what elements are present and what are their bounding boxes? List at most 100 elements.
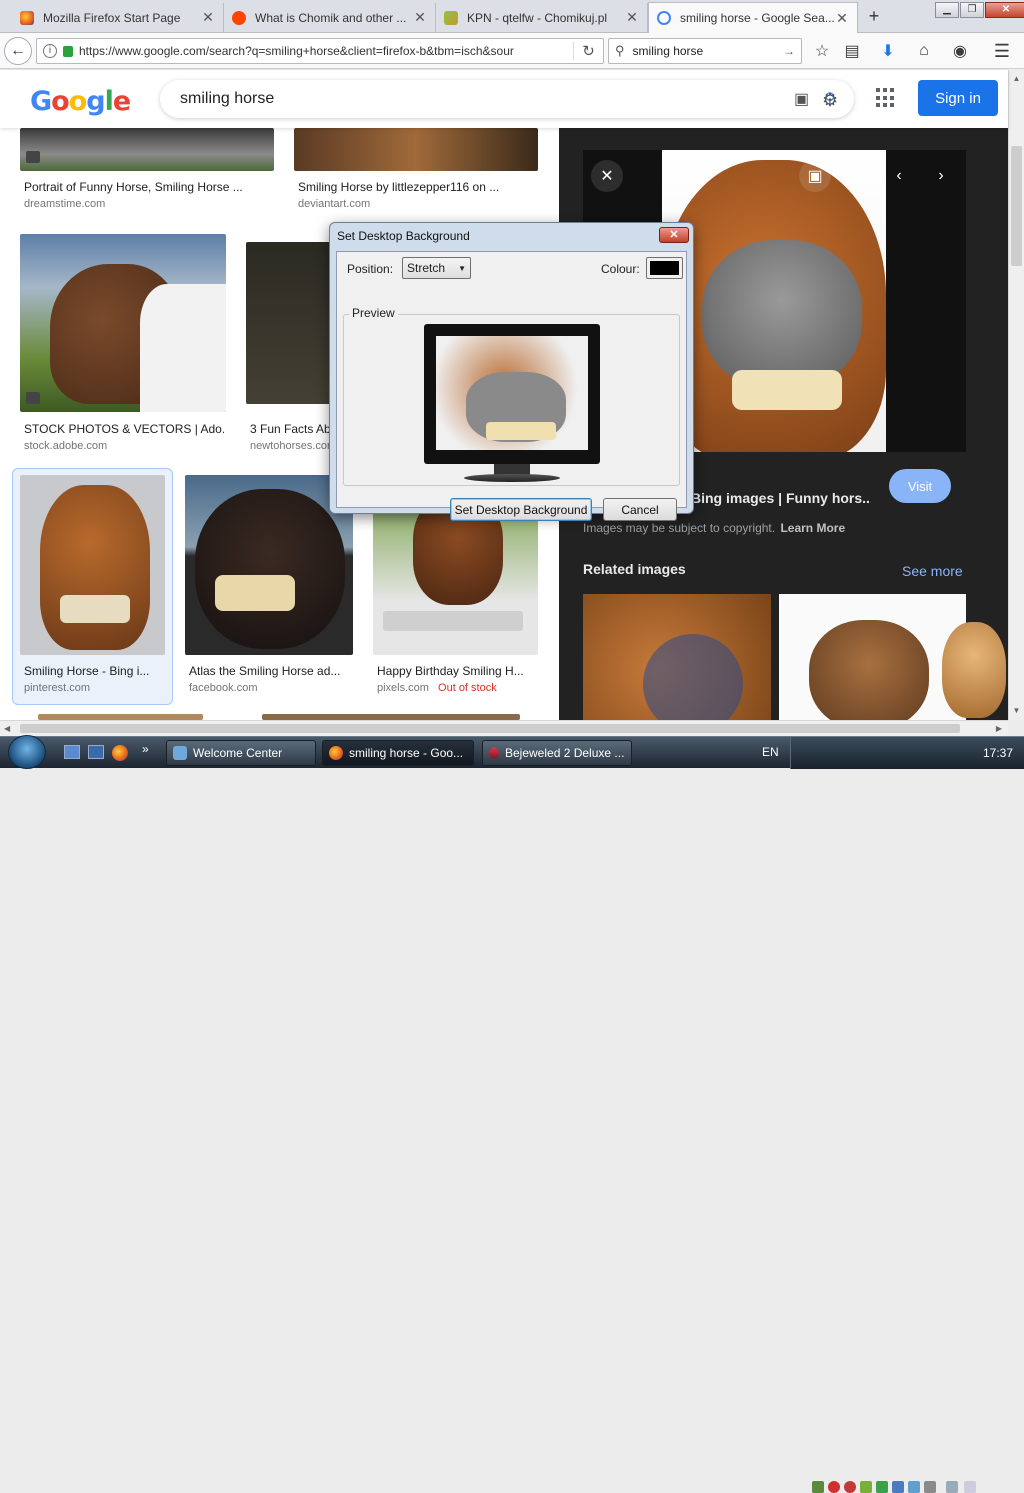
google-search-box[interactable]: smiling horse ▣ ⚲: [160, 80, 854, 118]
vertical-scroll-thumb[interactable]: [1011, 146, 1022, 266]
back-button[interactable]: ←: [4, 37, 32, 65]
pocket-icon[interactable]: ◉: [946, 37, 974, 65]
google-logo[interactable]: Google: [30, 86, 131, 117]
result-caption[interactable]: Happy Birthday Smiling H...: [377, 664, 537, 678]
language-indicator[interactable]: EN: [762, 745, 779, 759]
scroll-right-icon[interactable]: ▶: [996, 724, 1002, 733]
panel-title[interactable]: Bing images | Funny hors...: [691, 490, 871, 506]
next-image-icon[interactable]: ›: [925, 160, 957, 192]
show-desktop-icon[interactable]: [64, 745, 80, 759]
visual-search-icon[interactable]: ▣: [799, 160, 831, 192]
network-connection-icon[interactable]: [946, 1481, 958, 1493]
welcome-center-icon: [173, 746, 187, 760]
tab-reddit[interactable]: What is Chomik and other ... ✕: [224, 3, 436, 32]
reload-icon[interactable]: ↻: [573, 42, 603, 60]
device-tray-icon[interactable]: [924, 1481, 936, 1493]
result-source: newtohorses.com: [250, 440, 337, 452]
scroll-down-icon[interactable]: ▼: [1011, 706, 1022, 716]
result-caption[interactable]: Smiling Horse - Bing i...: [24, 664, 164, 678]
close-tab-icon[interactable]: ✕: [625, 9, 639, 26]
cancel-button[interactable]: Cancel: [603, 498, 677, 521]
sync-tray-icon[interactable]: [876, 1481, 888, 1493]
close-tab-icon[interactable]: ✕: [413, 9, 427, 26]
set-desktop-background-dialog: Set Desktop Background ✕ Position: Stret…: [329, 222, 694, 521]
result-source: pinterest.com: [24, 682, 91, 694]
result-image[interactable]: [20, 475, 165, 655]
horizontal-scroll-thumb[interactable]: [20, 724, 960, 733]
learn-more-link[interactable]: Learn More: [780, 521, 845, 535]
result-image[interactable]: [20, 234, 226, 412]
home-icon[interactable]: ⌂: [910, 37, 938, 65]
preview-label: Preview: [349, 306, 398, 320]
see-more-link[interactable]: See more: [902, 563, 963, 579]
horizontal-scrollbar[interactable]: ◀ ▶: [0, 720, 1008, 736]
result-source: dreamstime.com: [24, 198, 106, 210]
antivirus-tray-icon[interactable]: [844, 1481, 856, 1493]
position-select[interactable]: Stretch ▼: [402, 257, 471, 279]
windows-taskbar: » Welcome Center smiling horse - Goo... …: [0, 735, 1024, 1493]
close-panel-icon[interactable]: ✕: [591, 160, 623, 192]
update-tray-icon[interactable]: [860, 1481, 872, 1493]
firefox-icon: [20, 10, 34, 25]
bookmark-star-icon[interactable]: ☆: [808, 37, 836, 65]
related-image[interactable]: [583, 594, 771, 720]
downloads-icon[interactable]: ⬇: [874, 37, 902, 65]
scroll-left-icon[interactable]: ◀: [4, 724, 10, 733]
google-icon: [657, 11, 671, 25]
close-window-button[interactable]: ✕: [985, 2, 1024, 18]
tab-firefox-start[interactable]: Mozilla Firefox Start Page ✕: [12, 3, 224, 32]
apps-grid-icon[interactable]: [876, 88, 896, 108]
taskbar-item-firefox[interactable]: smiling horse - Goo...: [322, 740, 474, 766]
dialog-close-button[interactable]: ✕: [659, 227, 689, 243]
scroll-up-icon[interactable]: ▲: [1011, 74, 1022, 84]
set-desktop-background-button[interactable]: Set Desktop Background: [450, 498, 592, 521]
bluetooth-tray-icon[interactable]: [892, 1481, 904, 1493]
close-tab-icon[interactable]: ✕: [835, 10, 849, 27]
minimize-button[interactable]: ▁: [935, 2, 959, 18]
display-tray-icon[interactable]: [908, 1481, 920, 1493]
reading-list-icon[interactable]: ▤: [838, 37, 866, 65]
more-options-icon[interactable]: ⋮: [841, 160, 873, 192]
search-bar-value: smiling horse: [632, 44, 704, 58]
browser-search-bar[interactable]: ⚲ smiling horse →: [608, 38, 802, 64]
tab-chomikuj[interactable]: KPN - qtelfw - Chomikuj.pl ✕: [436, 3, 648, 32]
colour-picker-button[interactable]: [646, 257, 683, 279]
result-caption[interactable]: Atlas the Smiling Horse ad...: [189, 664, 353, 678]
result-caption[interactable]: Smiling Horse by littlezepper116 on ...: [298, 180, 538, 194]
menu-icon[interactable]: ☰: [988, 37, 1016, 65]
arrow-right-icon[interactable]: →: [783, 44, 801, 58]
camera-icon[interactable]: ▣: [794, 89, 824, 109]
volume-icon[interactable]: [964, 1481, 976, 1493]
result-image[interactable]: [294, 128, 538, 171]
preview-image[interactable]: [662, 150, 886, 452]
sign-in-button[interactable]: Sign in: [918, 80, 998, 116]
taskbar-item-bejeweled[interactable]: Bejeweled 2 Deluxe ...: [482, 740, 632, 766]
result-image[interactable]: [20, 128, 274, 171]
tab-google-search[interactable]: smiling horse - Google Sea... ✕: [648, 2, 858, 33]
close-tab-icon[interactable]: ✕: [201, 9, 215, 26]
result-image[interactable]: [246, 242, 336, 404]
switch-windows-icon[interactable]: [88, 745, 104, 759]
result-caption[interactable]: STOCK PHOTOS & VECTORS | Ado...: [24, 422, 224, 436]
settings-gear-icon[interactable]: ⚙: [822, 90, 844, 112]
visit-button[interactable]: Visit: [889, 469, 951, 503]
network-tray-icon[interactable]: [812, 1481, 824, 1493]
result-caption[interactable]: Portrait of Funny Horse, Smiling Horse .…: [24, 180, 264, 194]
result-caption[interactable]: 3 Fun Facts Ab: [250, 422, 330, 436]
quicklaunch-chevron-icon[interactable]: »: [142, 742, 149, 756]
related-image[interactable]: [779, 594, 966, 720]
new-tab-button[interactable]: +: [862, 5, 886, 27]
tab-title: What is Chomik and other ...: [255, 10, 407, 25]
previous-image-icon[interactable]: ‹: [883, 160, 915, 192]
url-bar[interactable]: i https://www.google.com/search?q=smilin…: [36, 38, 604, 64]
firefox-quicklaunch-icon[interactable]: [112, 745, 128, 761]
position-label: Position:: [347, 262, 394, 276]
vertical-scrollbar[interactable]: ▲ ▼: [1008, 70, 1024, 720]
result-image[interactable]: [185, 475, 353, 655]
system-clock[interactable]: 17:37: [983, 746, 1013, 760]
start-button[interactable]: [8, 735, 46, 769]
restore-button[interactable]: ❐: [960, 2, 984, 18]
info-icon[interactable]: i: [43, 44, 57, 58]
taskbar-item-welcome-center[interactable]: Welcome Center: [166, 740, 316, 766]
security-alert-tray-icon[interactable]: [828, 1481, 840, 1493]
